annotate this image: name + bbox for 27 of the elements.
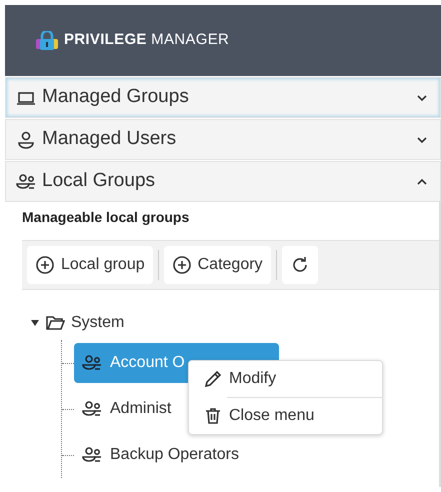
users-icon bbox=[82, 399, 102, 419]
add-icon bbox=[35, 255, 55, 275]
add-button[interactable]: Local group bbox=[27, 246, 153, 284]
add-icon bbox=[172, 255, 192, 275]
chevron-up-icon bbox=[416, 178, 428, 186]
users-icon bbox=[82, 445, 102, 465]
tree-item[interactable]: Administ bbox=[74, 389, 180, 429]
chevron-down-icon bbox=[416, 136, 428, 144]
accordion-header[interactable]: Local Groups bbox=[5, 161, 441, 202]
section-title: Manageable local groups bbox=[21, 208, 190, 227]
users-icon bbox=[16, 172, 36, 192]
add-button[interactable]: Category bbox=[164, 246, 271, 284]
accordion-header[interactable]: Managed Groups bbox=[5, 77, 441, 118]
tree-item[interactable]: Backup Operators bbox=[74, 435, 247, 475]
user-icon bbox=[16, 130, 36, 150]
padlock-logo-icon bbox=[35, 30, 59, 50]
users-icon bbox=[82, 353, 102, 373]
refresh-button[interactable] bbox=[282, 246, 318, 284]
folder-icon bbox=[45, 313, 65, 333]
chevron-down-icon bbox=[416, 94, 428, 102]
app-title: PRIVILEGE MANAGER bbox=[64, 30, 230, 50]
tree-node[interactable]: System bbox=[71, 311, 124, 335]
trash-icon bbox=[203, 406, 223, 426]
accordion-header[interactable]: Managed Users bbox=[5, 119, 441, 160]
expanded-caret-icon[interactable] bbox=[31, 319, 39, 327]
menu-item[interactable]: Close menu bbox=[189, 401, 382, 431]
pencil-icon bbox=[203, 369, 223, 389]
